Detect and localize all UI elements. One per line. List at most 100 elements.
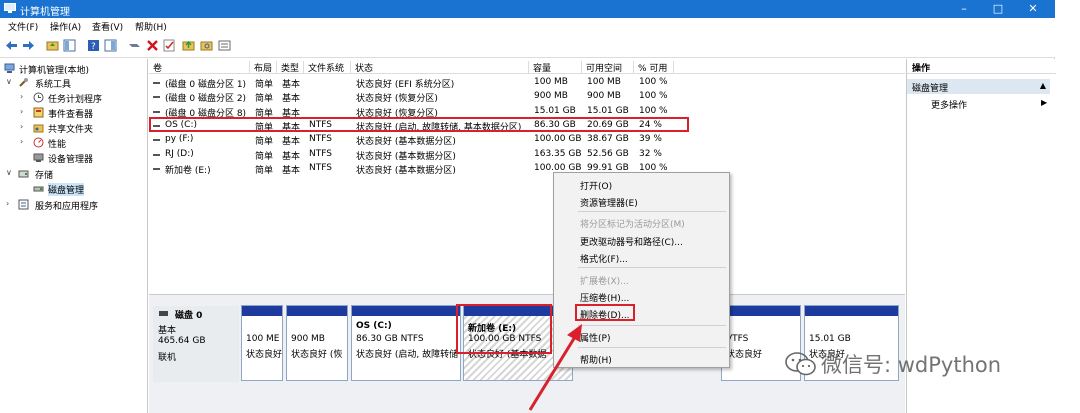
volume-cell-name: (磁盘 0 磁盘分区 2) bbox=[165, 94, 247, 105]
volume-cell-capacity: 100 MB bbox=[534, 77, 568, 87]
column-filesystem[interactable]: 文件系统 bbox=[304, 61, 351, 74]
partition-text-l2: 900 MB bbox=[291, 334, 325, 344]
volume-row[interactable]: (磁盘 0 磁盘分区 1) 简单 基本 状态良好 (EFI 系统分区) 100 MB 10… bbox=[149, 76, 905, 90]
computer-icon bbox=[4, 63, 15, 73]
chevron-down-icon[interactable]: ∨ bbox=[6, 77, 12, 86]
disk-state: 联机 bbox=[158, 353, 177, 363]
delete-x-icon[interactable] bbox=[146, 39, 159, 52]
column-type[interactable]: 类型 bbox=[277, 61, 304, 74]
volume-cell-free: 38.67 GB bbox=[587, 134, 629, 145]
tree-device-manager-label: 设备管理器 bbox=[48, 155, 94, 165]
shared-folder-icon bbox=[33, 124, 44, 133]
volume-row[interactable]: RJ (D:) 简单 基本 NTFS 状态良好 (基本数据分区) 163.35 GB 52.… bbox=[149, 148, 905, 162]
menu-item-open[interactable]: 打开(O) bbox=[580, 179, 612, 192]
window-title: 计算机管理 bbox=[20, 7, 70, 18]
partition-text-l2: 86.30 GB NTFS bbox=[356, 334, 424, 344]
menu-item-format[interactable]: 格式化(F)... bbox=[580, 252, 628, 265]
menu-item-mark-active: 将分区标记为活动分区(M) bbox=[580, 220, 685, 230]
chevron-right-icon[interactable]: › bbox=[20, 92, 23, 101]
menu-separator bbox=[578, 267, 726, 268]
chevron-right-icon[interactable]: › bbox=[6, 199, 9, 208]
submenu-arrow-icon[interactable]: ▶ bbox=[1041, 98, 1047, 107]
volume-cell-name: 新加卷 (E:) bbox=[165, 165, 211, 176]
close-button[interactable]: ✕ bbox=[1016, 0, 1050, 18]
volume-row[interactable]: py (F:) 简单 基本 NTFS 状态良好 (基本数据分区) 100.00 GB 38.… bbox=[149, 133, 905, 147]
title-bar[interactable]: 计算机管理 – □ ✕ bbox=[0, 0, 1055, 18]
actions-section-disk-management[interactable]: 磁盘管理 ▲ bbox=[907, 79, 1050, 94]
menu-item-change-drive-letter[interactable]: 更改驱动器号和路径(C)... bbox=[580, 235, 683, 248]
toolbar: ? bbox=[0, 34, 1055, 58]
volume-cell-layout: 简单 bbox=[255, 151, 274, 162]
tree-event-viewer-label: 事件查看器 bbox=[48, 110, 94, 120]
partition-block[interactable]: 900 MB 状态良好 (恢 bbox=[286, 305, 348, 381]
volume-cell-fs: NTFS bbox=[309, 134, 332, 145]
menu-item-explorer[interactable]: 资源管理器(E) bbox=[580, 196, 638, 209]
volume-cell-status: 状态良好 (基本数据分区) bbox=[356, 151, 456, 162]
chevron-right-icon[interactable]: › bbox=[20, 137, 23, 146]
volume-cell-capacity: 15.01 GB bbox=[534, 105, 576, 116]
disk-name: 磁盘 0 bbox=[175, 311, 203, 321]
watermark-text: 微信号: wdPython bbox=[821, 353, 1002, 377]
menu-help[interactable]: 帮助(H) bbox=[135, 20, 167, 33]
search-folder-icon[interactable] bbox=[200, 39, 213, 52]
collapse-arrow-icon[interactable]: ▲ bbox=[1040, 81, 1046, 90]
volume-cell-layout: 简单 bbox=[255, 165, 274, 176]
volume-cell-type: 基本 bbox=[282, 80, 301, 90]
partition-bar bbox=[242, 306, 282, 316]
partition-block[interactable]: OS (C:) 86.30 GB NTFS 状态良好 (启动, 故障转储 bbox=[351, 305, 461, 381]
chevron-right-icon[interactable]: › bbox=[20, 122, 23, 131]
column-status[interactable]: 状态 bbox=[351, 61, 529, 74]
partition-text-l3: 状态良好 (启动, 故障转储 bbox=[356, 350, 459, 360]
tree-services-apps-label: 服务和应用程序 bbox=[35, 202, 99, 212]
connect-icon[interactable] bbox=[128, 39, 141, 52]
partition-bar bbox=[352, 306, 460, 316]
os-volume-highlight bbox=[149, 117, 689, 132]
volume-cell-pct: 100 % bbox=[639, 91, 668, 102]
chevron-right-icon[interactable]: › bbox=[20, 107, 23, 116]
minimize-button[interactable]: – bbox=[947, 0, 981, 18]
tree-storage-label: 存储 bbox=[35, 171, 54, 181]
menu-view[interactable]: 查看(V) bbox=[92, 20, 123, 33]
column-free-space[interactable]: 可用空间 bbox=[582, 61, 634, 74]
check-icon[interactable] bbox=[163, 39, 176, 52]
volume-cell-fs: NTFS bbox=[309, 148, 332, 159]
open-folder-icon[interactable] bbox=[182, 39, 195, 52]
menu-item-extend-volume: 扩展卷(X)... bbox=[580, 277, 629, 287]
volume-cell-free: 100 MB bbox=[587, 77, 621, 87]
chevron-down-icon[interactable]: ∨ bbox=[6, 168, 12, 177]
volume-cell-status: 状态良好 (基本数据分区) bbox=[356, 137, 456, 148]
properties-pane-icon[interactable] bbox=[104, 39, 117, 52]
volume-cell-name: (磁盘 0 磁盘分区 1) bbox=[165, 80, 247, 90]
column-capacity[interactable]: 容量 bbox=[529, 61, 582, 74]
partition-text-l2: 15.01 GB bbox=[809, 334, 851, 344]
volume-cell-pct: 100 % bbox=[639, 77, 668, 87]
column-layout[interactable]: 布局 bbox=[250, 61, 277, 74]
list-view-icon[interactable] bbox=[218, 39, 231, 52]
actions-header: 操作 bbox=[907, 59, 1056, 74]
volume-row[interactable]: 新加卷 (E:) 简单 基本 NTFS 状态良好 (基本数据分区) 100.00 GB 99… bbox=[149, 162, 905, 176]
volume-cell-type: 基本 bbox=[282, 94, 301, 105]
show-hide-tree-icon[interactable] bbox=[63, 39, 76, 52]
column-volume[interactable]: 卷 bbox=[149, 61, 250, 74]
help-icon[interactable]: ? bbox=[87, 39, 100, 52]
volume-cell-type: 基本 bbox=[282, 137, 301, 148]
partition-block[interactable]: 100 ME 状态良好 bbox=[241, 305, 283, 381]
disk-size: 465.64 GB bbox=[158, 336, 206, 346]
forward-arrow-icon[interactable] bbox=[22, 39, 35, 52]
volume-list-header: 卷 布局 类型 文件系统 状态 容量 可用空间 % 可用 bbox=[149, 59, 905, 74]
disk-0-label[interactable]: 磁盘 0 基本 465.64 GB 联机 bbox=[153, 306, 239, 382]
back-arrow-icon[interactable] bbox=[5, 39, 18, 52]
menu-file[interactable]: 文件(F) bbox=[8, 20, 38, 33]
volume-cell-free: 52.56 GB bbox=[587, 148, 629, 159]
column-percent-free[interactable]: % 可用 bbox=[634, 61, 674, 74]
volume-cell-pct: 39 % bbox=[639, 134, 662, 145]
tree-task-scheduler-label: 任务计划程序 bbox=[48, 95, 103, 105]
up-folder-icon[interactable] bbox=[46, 39, 59, 52]
tree-disk-management-label: 磁盘管理 bbox=[48, 183, 85, 196]
menu-item-shrink-volume[interactable]: 压缩卷(H)... bbox=[580, 291, 629, 304]
disk-icon bbox=[159, 311, 168, 316]
volume-row[interactable]: (磁盘 0 磁盘分区 2) 简单 基本 状态良好 (恢复分区) 900 MB 900 MB… bbox=[149, 90, 905, 104]
more-actions-link[interactable]: 更多操作 bbox=[931, 98, 967, 111]
menu-action[interactable]: 操作(A) bbox=[50, 20, 81, 33]
maximize-button[interactable]: □ bbox=[981, 0, 1015, 18]
